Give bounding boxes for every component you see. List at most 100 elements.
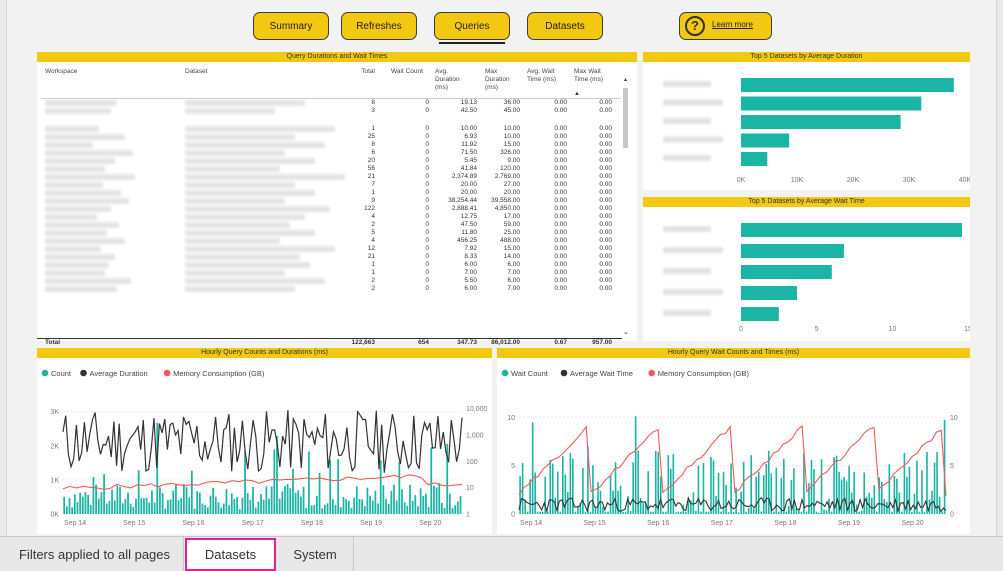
bar[interactable] (206, 507, 209, 514)
bar[interactable] (254, 507, 257, 514)
summary-button[interactable]: Summary (253, 12, 329, 40)
bar[interactable] (680, 511, 682, 514)
bar[interactable] (788, 505, 790, 514)
bar[interactable] (741, 286, 797, 300)
bar[interactable] (755, 476, 758, 514)
bar[interactable] (685, 512, 687, 514)
bar[interactable] (762, 475, 765, 514)
bar[interactable] (692, 492, 695, 514)
bar[interactable] (406, 505, 409, 514)
bar[interactable] (167, 500, 169, 514)
bar[interactable] (180, 498, 183, 514)
table-row[interactable]: 1 0 20.00 20.00 0.00 0.00 (37, 189, 622, 197)
bar[interactable] (443, 508, 446, 514)
bar[interactable] (529, 479, 531, 514)
bar[interactable] (741, 96, 922, 111)
bar[interactable] (629, 511, 632, 514)
bar[interactable] (632, 462, 634, 514)
bar[interactable] (366, 487, 369, 514)
bar[interactable] (417, 506, 419, 514)
bar[interactable] (597, 482, 599, 514)
table-row[interactable]: 122 0 2,888.41 4,850.00 0.00 0.00 (37, 205, 622, 213)
bar[interactable] (284, 486, 286, 514)
bar[interactable] (175, 484, 177, 514)
header-total[interactable]: Total (352, 68, 375, 76)
bar[interactable] (863, 472, 866, 514)
bar[interactable] (145, 497, 148, 514)
bar[interactable] (741, 133, 790, 148)
bar[interactable] (742, 461, 745, 514)
bar[interactable] (422, 495, 425, 514)
bar[interactable] (241, 497, 244, 514)
bar[interactable] (217, 502, 220, 514)
bar[interactable] (393, 484, 395, 514)
bar[interactable] (350, 507, 353, 514)
table-row[interactable]: 21 0 8.33 14.00 0.00 0.00 (37, 253, 622, 261)
bar[interactable] (342, 496, 345, 514)
bar[interactable] (212, 487, 215, 514)
table-row[interactable]: 12 0 7.92 15.00 0.00 0.00 (37, 245, 622, 253)
bar[interactable] (451, 508, 454, 514)
bar[interactable] (390, 490, 393, 514)
bar[interactable] (233, 499, 236, 514)
bar[interactable] (526, 511, 529, 514)
bar[interactable] (108, 500, 111, 514)
bar[interactable] (113, 500, 116, 514)
bar[interactable] (823, 509, 825, 514)
bar[interactable] (153, 502, 156, 514)
bar[interactable] (286, 484, 289, 514)
bar[interactable] (140, 498, 143, 514)
bar[interactable] (345, 499, 348, 514)
bar[interactable] (379, 460, 382, 514)
bar[interactable] (323, 504, 326, 514)
bar[interactable] (607, 511, 609, 514)
bar[interactable] (873, 485, 876, 514)
bar[interactable] (825, 510, 828, 514)
bar[interactable] (901, 511, 903, 514)
bar[interactable] (316, 495, 318, 514)
table-row[interactable]: 8 0 11.92 15.00 0.00 0.00 (37, 141, 622, 149)
bar[interactable] (198, 492, 201, 514)
bar[interactable] (92, 476, 95, 514)
bar[interactable] (559, 511, 562, 514)
table-row[interactable]: 1 0 7.00 7.00 0.00 0.00 (37, 269, 622, 277)
bar[interactable] (105, 503, 108, 514)
bar[interactable] (667, 455, 670, 514)
bar[interactable] (121, 503, 124, 514)
bar[interactable] (785, 511, 788, 514)
bar[interactable] (289, 488, 292, 514)
tab-system[interactable]: System (277, 537, 354, 571)
bar[interactable] (732, 511, 735, 514)
bar[interactable] (670, 468, 672, 514)
bar[interactable] (419, 488, 422, 514)
bar[interactable] (870, 497, 873, 514)
bar[interactable] (185, 487, 188, 514)
bar[interactable] (374, 490, 377, 514)
legend-label[interactable]: Memory Consumption (GB) (173, 369, 265, 378)
bar[interactable] (100, 492, 103, 514)
bar[interactable] (456, 501, 459, 514)
bar[interactable] (305, 508, 308, 514)
bar[interactable] (642, 503, 644, 514)
bar[interactable] (89, 504, 92, 514)
bar[interactable] (441, 503, 443, 514)
bar[interactable] (151, 490, 153, 514)
bar[interactable] (411, 500, 414, 514)
table-row[interactable]: 6 0 71.50 326.00 0.00 0.00 (37, 149, 622, 157)
header-wait-count[interactable]: Wait Count (391, 68, 429, 76)
bar[interactable] (567, 492, 569, 514)
bar[interactable] (220, 507, 222, 514)
bar[interactable] (675, 512, 677, 514)
bar[interactable] (765, 463, 768, 514)
bar[interactable] (541, 511, 544, 514)
table-row[interactable]: 56 0 41.84 120.00 0.00 0.00 (37, 165, 622, 173)
header-avg-wait[interactable]: Avg. Wait Time (ms) (527, 68, 563, 84)
table-row[interactable]: 7 0 20.00 27.00 0.00 0.00 (37, 181, 622, 189)
bar[interactable] (717, 473, 720, 514)
bar[interactable] (135, 498, 137, 514)
bar[interactable] (209, 495, 212, 514)
bar[interactable] (639, 498, 642, 514)
datasets-button[interactable]: Datasets (527, 12, 603, 40)
bar[interactable] (403, 502, 406, 514)
bar[interactable] (609, 474, 612, 514)
